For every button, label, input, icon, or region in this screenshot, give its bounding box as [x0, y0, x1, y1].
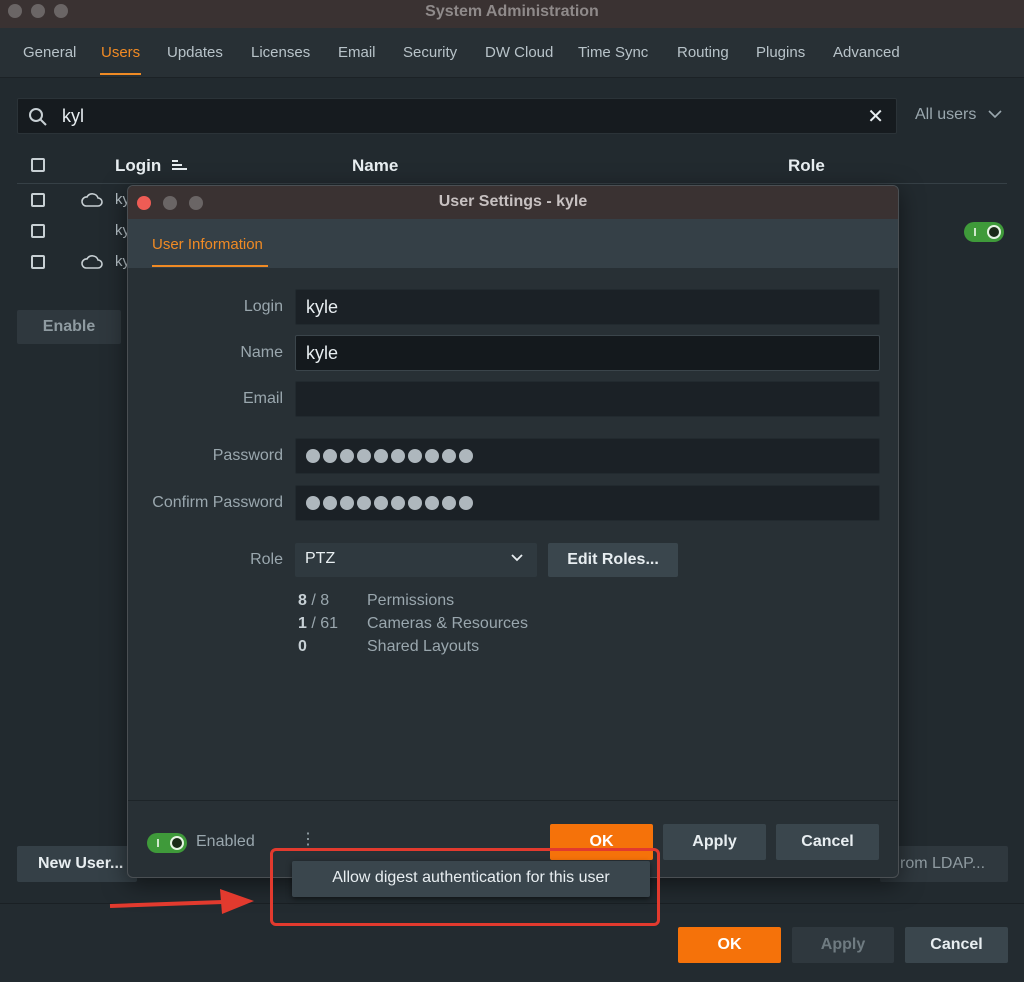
stat-permissions-label: Permissions: [367, 592, 455, 609]
dialog-title: User Settings - kyle: [438, 193, 588, 210]
stat-layouts-label: Shared Layouts: [367, 638, 480, 655]
row-checkbox[interactable]: [31, 224, 45, 238]
main-apply-button[interactable]: Apply: [792, 927, 894, 963]
search-value: kyl: [62, 106, 84, 126]
column-login[interactable]: Login: [115, 156, 188, 176]
tab-general[interactable]: General: [23, 44, 76, 61]
chevron-down-icon: [988, 110, 1002, 119]
dialog-apply-button[interactable]: Apply: [663, 824, 766, 860]
row-enabled-toggle[interactable]: [964, 222, 1004, 242]
column-name[interactable]: Name: [352, 156, 398, 176]
annotation-highlight-box: [270, 848, 660, 926]
password-mask: [306, 496, 473, 510]
stat-cameras-label: Cameras & Resources: [367, 615, 528, 632]
tab-routing[interactable]: Routing: [677, 44, 729, 61]
window-titlebar: System Administration: [0, 0, 1024, 28]
tab-dw-cloud[interactable]: DW Cloud: [485, 44, 553, 61]
dialog-tab-indicator: [152, 265, 268, 267]
cloud-icon: [81, 255, 103, 269]
confirm-password-field[interactable]: [295, 485, 880, 521]
role-value: PTZ: [305, 550, 336, 567]
dialog-titlebar: User Settings - kyle: [128, 186, 898, 219]
stat-layouts: 0: [298, 638, 307, 655]
search-icon: [28, 107, 48, 132]
column-role[interactable]: Role: [788, 156, 825, 176]
tab-security[interactable]: Security: [403, 44, 457, 61]
active-tab-indicator: [100, 73, 141, 75]
users-table-header: Login Name Role: [17, 150, 1007, 184]
tab-users[interactable]: Users: [101, 44, 140, 61]
email-field[interactable]: [295, 381, 880, 417]
row-checkbox[interactable]: [31, 255, 45, 269]
role-label: Role: [250, 551, 283, 568]
user-settings-dialog: User Settings - kyle User Information Lo…: [127, 185, 899, 878]
main-ok-button[interactable]: OK: [678, 927, 781, 963]
tab-updates[interactable]: Updates: [167, 44, 223, 61]
main-cancel-button[interactable]: Cancel: [905, 927, 1008, 963]
stat-permissions: 8 / 8: [298, 592, 330, 609]
sort-icon: [172, 160, 187, 170]
password-label: Password: [212, 447, 283, 464]
tab-advanced[interactable]: Advanced: [833, 44, 900, 61]
tab-bar: General Users Updates Licenses Email Sec…: [0, 28, 1024, 78]
annotation-arrow-icon: [109, 889, 254, 914]
name-label: Name: [240, 344, 283, 361]
login-label: Login: [243, 298, 283, 315]
role-dropdown[interactable]: PTZ: [295, 543, 537, 577]
enabled-label: Enabled: [196, 833, 255, 850]
tab-email[interactable]: Email: [338, 44, 376, 61]
stat-cameras: 1 / 61: [298, 615, 339, 632]
edit-roles-button[interactable]: Edit Roles...: [548, 543, 678, 577]
search-input[interactable]: kyl ✕: [17, 98, 897, 134]
password-field[interactable]: [295, 438, 880, 474]
name-value: kyle: [306, 343, 339, 363]
login-field[interactable]: kyle: [295, 289, 880, 325]
cloud-icon: [81, 193, 103, 207]
select-all-checkbox[interactable]: [31, 158, 45, 172]
new-user-button[interactable]: New User...: [17, 846, 137, 882]
user-filter-dropdown[interactable]: All users: [915, 106, 1003, 124]
confirm-password-label: Confirm Password: [152, 494, 283, 511]
name-field[interactable]: kyle: [295, 335, 880, 371]
password-mask: [306, 449, 473, 463]
dialog-tab-bar: User Information: [128, 219, 898, 268]
login-value: kyle: [306, 297, 339, 317]
user-filter-label: All users: [915, 106, 977, 123]
clear-search-icon[interactable]: ✕: [867, 104, 884, 129]
chevron-down-icon: [511, 554, 523, 562]
tab-user-information[interactable]: User Information: [152, 236, 263, 253]
window-title: System Administration: [425, 3, 599, 20]
dialog-cancel-button[interactable]: Cancel: [776, 824, 879, 860]
enabled-toggle[interactable]: [147, 833, 187, 853]
enable-button[interactable]: Enable: [17, 310, 121, 344]
tab-time-sync[interactable]: Time Sync: [578, 44, 648, 61]
import-from-ldap-button[interactable]: rom LDAP...: [880, 846, 1008, 882]
row-checkbox[interactable]: [31, 193, 45, 207]
tab-licenses[interactable]: Licenses: [251, 44, 310, 61]
dialog-footer-divider: [128, 800, 898, 801]
email-label: Email: [242, 390, 283, 407]
more-options-icon[interactable]: ⋮: [300, 829, 316, 849]
tab-plugins[interactable]: Plugins: [756, 44, 805, 61]
